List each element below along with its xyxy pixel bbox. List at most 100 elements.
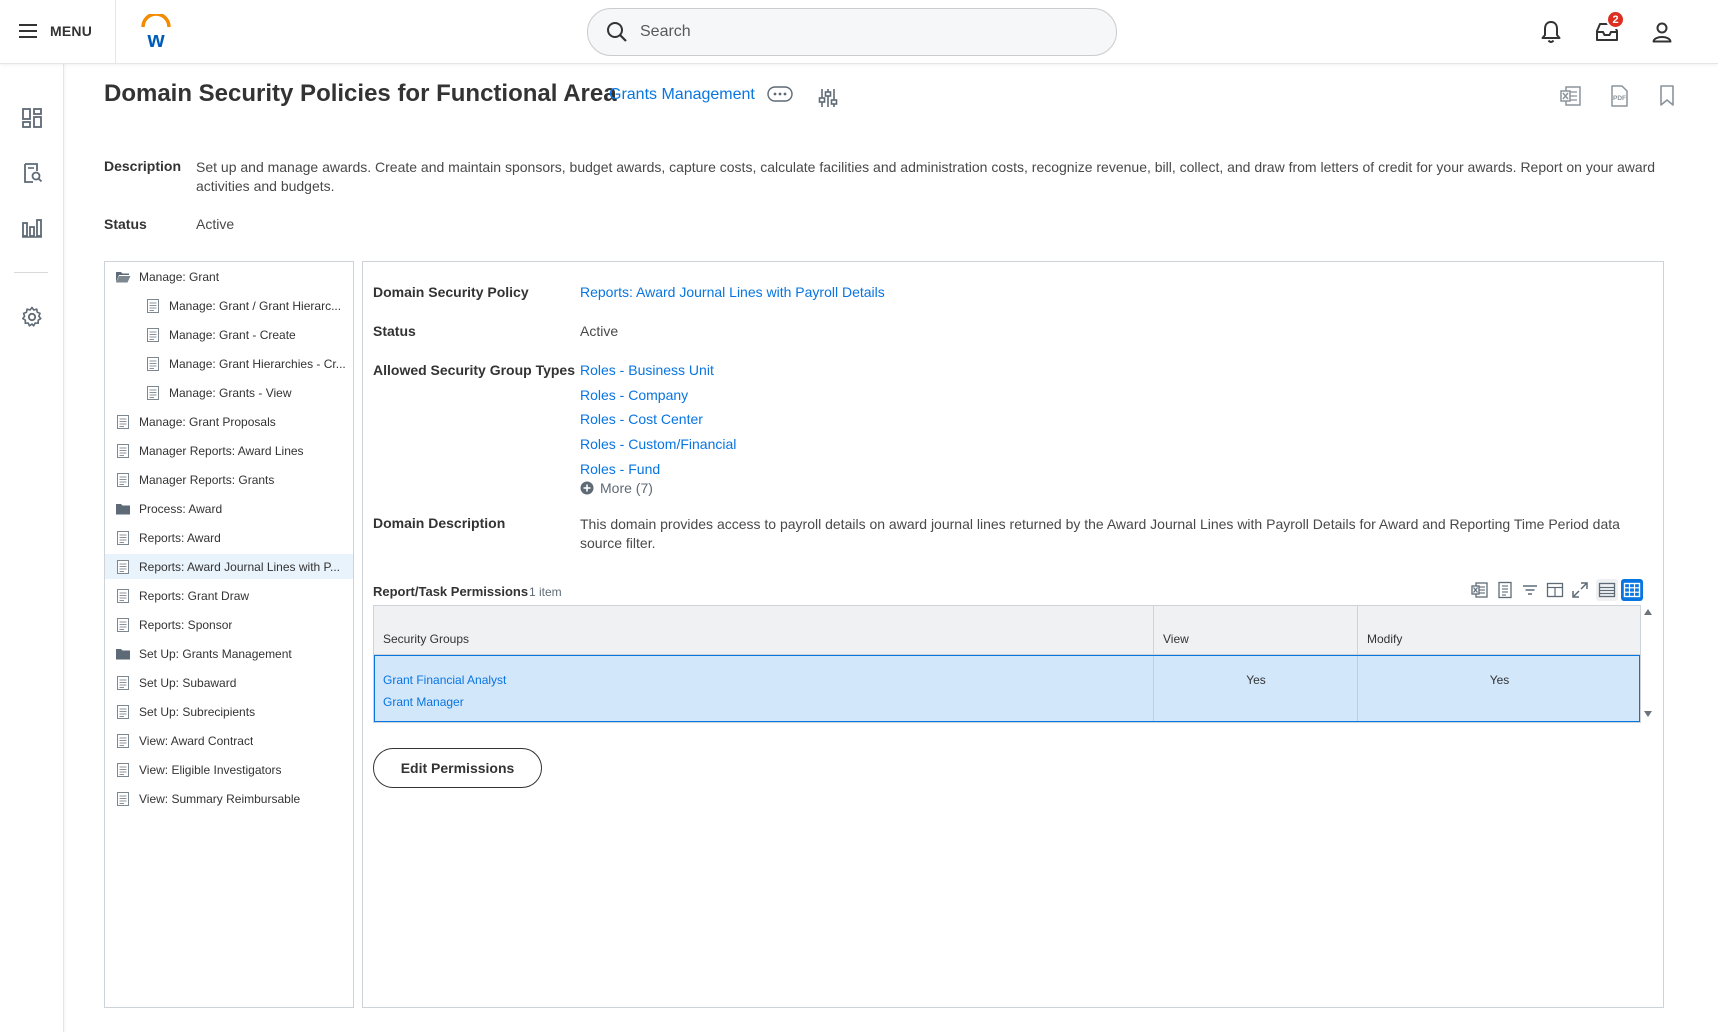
tree-item[interactable]: View: Eligible Investigators	[105, 757, 353, 782]
tree-item-label: Set Up: Grants Management	[139, 646, 292, 661]
document-icon	[117, 443, 129, 458]
tree-item[interactable]: Process: Award	[105, 496, 353, 521]
tree-item[interactable]: Manage: Grant / Grant Hierarc...	[105, 293, 353, 318]
table-row[interactable]: Grant Financial Analyst Grant Manager Ye…	[374, 655, 1640, 722]
grid-export-pdf[interactable]	[1494, 579, 1516, 601]
sliders-icon[interactable]	[817, 87, 839, 109]
column-header-view[interactable]: View	[1153, 606, 1357, 655]
hamburger-icon	[19, 24, 37, 38]
tree-item-label: Process: Award	[139, 501, 223, 516]
grid-icon	[1623, 582, 1641, 598]
menu-button[interactable]: MENU	[18, 18, 92, 44]
tree-item-label: Manage: Grant / Grant Hierarc...	[169, 298, 342, 313]
columns-icon	[1546, 582, 1564, 598]
tree-item[interactable]: Reports: Award	[105, 525, 353, 550]
profile-button[interactable]	[1648, 18, 1676, 46]
notifications-button[interactable]	[1537, 18, 1565, 46]
tree-item-label: View: Eligible Investigators	[139, 762, 282, 777]
workday-logo[interactable]: w	[140, 14, 172, 50]
group-type-link[interactable]: Roles - Custom/Financial	[580, 436, 736, 452]
tree-item[interactable]: Manage: Grant Proposals	[105, 409, 353, 434]
grid-fullscreen[interactable]	[1569, 579, 1591, 601]
group-type-link[interactable]: Roles - Business Unit	[580, 362, 714, 378]
divider	[115, 0, 116, 64]
export-excel-icon[interactable]	[1559, 84, 1583, 108]
tree-item-label: Manage: Grant Proposals	[139, 414, 276, 429]
document-icon	[117, 675, 129, 690]
nav-analytics[interactable]	[19, 215, 45, 241]
description-label: Description	[104, 158, 182, 174]
report-search-icon	[24, 163, 43, 183]
grid-columns[interactable]	[1544, 579, 1566, 601]
document-icon	[117, 472, 129, 487]
related-actions-icon[interactable]	[767, 86, 793, 104]
bookmark-icon[interactable]	[1655, 84, 1679, 108]
tree-item[interactable]: Manage: Grants - View	[105, 380, 353, 405]
permissions-count: 1 item	[529, 585, 562, 599]
export-pdf-icon[interactable]: PDF	[1607, 84, 1631, 108]
tree-item[interactable]: View: Award Contract	[105, 728, 353, 753]
grid-filter[interactable]	[1519, 579, 1541, 601]
nav-settings[interactable]	[19, 304, 45, 330]
tree-item[interactable]: Manager Reports: Award Lines	[105, 438, 353, 463]
column-header-security-groups[interactable]: Security Groups	[374, 606, 1153, 655]
tree-item[interactable]: Manage: Grant Hierarchies - Cr...	[105, 351, 353, 376]
tree-item-label: Reports: Sponsor	[139, 617, 233, 632]
group-type-link[interactable]: Roles - Cost Center	[580, 411, 703, 427]
tree-item[interactable]: Set Up: Subaward	[105, 670, 353, 695]
table-icon	[1598, 582, 1616, 598]
tree-item[interactable]: Set Up: Subrecipients	[105, 699, 353, 724]
security-group-link[interactable]: Grant Financial Analyst	[383, 673, 506, 687]
tree-item[interactable]: Manage: Grant - Create	[105, 322, 353, 347]
svg-text:PDF: PDF	[1613, 95, 1626, 102]
policy-link[interactable]: Reports: Award Journal Lines with Payrol…	[580, 284, 885, 300]
document-icon	[117, 762, 129, 777]
inbox-button[interactable]: 2	[1593, 10, 1625, 46]
bar-chart-icon	[22, 219, 42, 238]
left-navigation	[0, 64, 64, 1032]
group-type-link[interactable]: Roles - Fund	[580, 461, 660, 477]
document-icon	[117, 559, 129, 574]
tree-item[interactable]: Reports: Grant Draw	[105, 583, 353, 608]
functional-area-link[interactable]: Grants Management	[609, 86, 755, 104]
modify-value: Yes	[1489, 673, 1510, 687]
edit-permissions-button[interactable]: Edit Permissions	[373, 748, 542, 788]
document-icon	[117, 733, 129, 748]
folder-icon	[116, 648, 130, 659]
tree-item[interactable]: Manage: Grant	[105, 264, 353, 289]
document-icon	[117, 530, 129, 545]
tree-item-label: Set Up: Subaward	[139, 675, 237, 690]
scroll-down-icon[interactable]	[1643, 709, 1653, 719]
column-header-modify[interactable]: Modify	[1357, 606, 1640, 655]
grid-export-excel[interactable]	[1469, 579, 1491, 601]
cell-divider	[1153, 656, 1154, 721]
scroll-up-icon[interactable]	[1643, 607, 1653, 617]
tree-item[interactable]: Manager Reports: Grants	[105, 467, 353, 492]
nav-reports[interactable]	[19, 160, 45, 186]
tree-item[interactable]: View: Summary Reimbursable	[105, 786, 353, 811]
nav-dashboard[interactable]	[19, 105, 45, 131]
search-input[interactable]	[640, 23, 1080, 41]
document-icon	[117, 414, 129, 429]
tree-item-label: Manage: Grant - Create	[169, 327, 296, 342]
search-bar[interactable]	[587, 8, 1117, 56]
document-icon	[147, 298, 159, 313]
page-title: Domain Security Policies for Functional …	[104, 80, 617, 107]
status-value: Active	[196, 216, 235, 232]
domain-description-label: Domain Description	[373, 515, 506, 531]
grid-view-grid[interactable]	[1621, 579, 1643, 601]
grid-view-table[interactable]	[1596, 579, 1618, 601]
tree-item-label: Reports: Award Journal Lines with P...	[139, 559, 340, 574]
gear-icon	[22, 306, 42, 327]
permissions-title: Report/Task Permissions	[373, 584, 529, 599]
more-group-types-link[interactable]: More (7)	[580, 480, 653, 496]
tree-item-label: Manager Reports: Grants	[139, 472, 275, 487]
tree-item[interactable]: Reports: Award Journal Lines with P...	[105, 554, 353, 579]
tree-item[interactable]: Set Up: Grants Management	[105, 641, 353, 666]
group-type-link[interactable]: Roles - Company	[580, 387, 688, 403]
document-icon	[117, 704, 129, 719]
description-text: Set up and manage awards. Create and mai…	[196, 159, 1656, 194]
security-group-link[interactable]: Grant Manager	[383, 695, 464, 709]
top-bar: MENU w 2	[0, 0, 1718, 64]
tree-item[interactable]: Reports: Sponsor	[105, 612, 353, 637]
